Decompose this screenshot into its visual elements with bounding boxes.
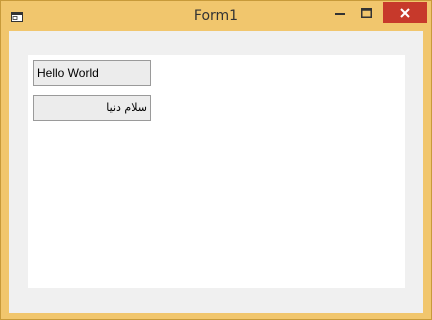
- maximize-button[interactable]: [353, 2, 380, 23]
- close-icon: [400, 7, 410, 18]
- form-window: Form1 Hello World سلام دنیا: [0, 0, 432, 320]
- arabic-text-box[interactable]: سلام دنیا: [33, 95, 151, 121]
- form-panel: Hello World سلام دنیا: [28, 55, 405, 288]
- maximize-icon: [361, 7, 372, 18]
- minimize-button[interactable]: [326, 2, 353, 23]
- english-text-box[interactable]: Hello World: [33, 60, 151, 86]
- title-bar[interactable]: Form1: [1, 1, 431, 31]
- minimize-icon: [334, 12, 345, 15]
- close-button[interactable]: [383, 2, 427, 23]
- form-client-area: Hello World سلام دنیا: [9, 31, 423, 313]
